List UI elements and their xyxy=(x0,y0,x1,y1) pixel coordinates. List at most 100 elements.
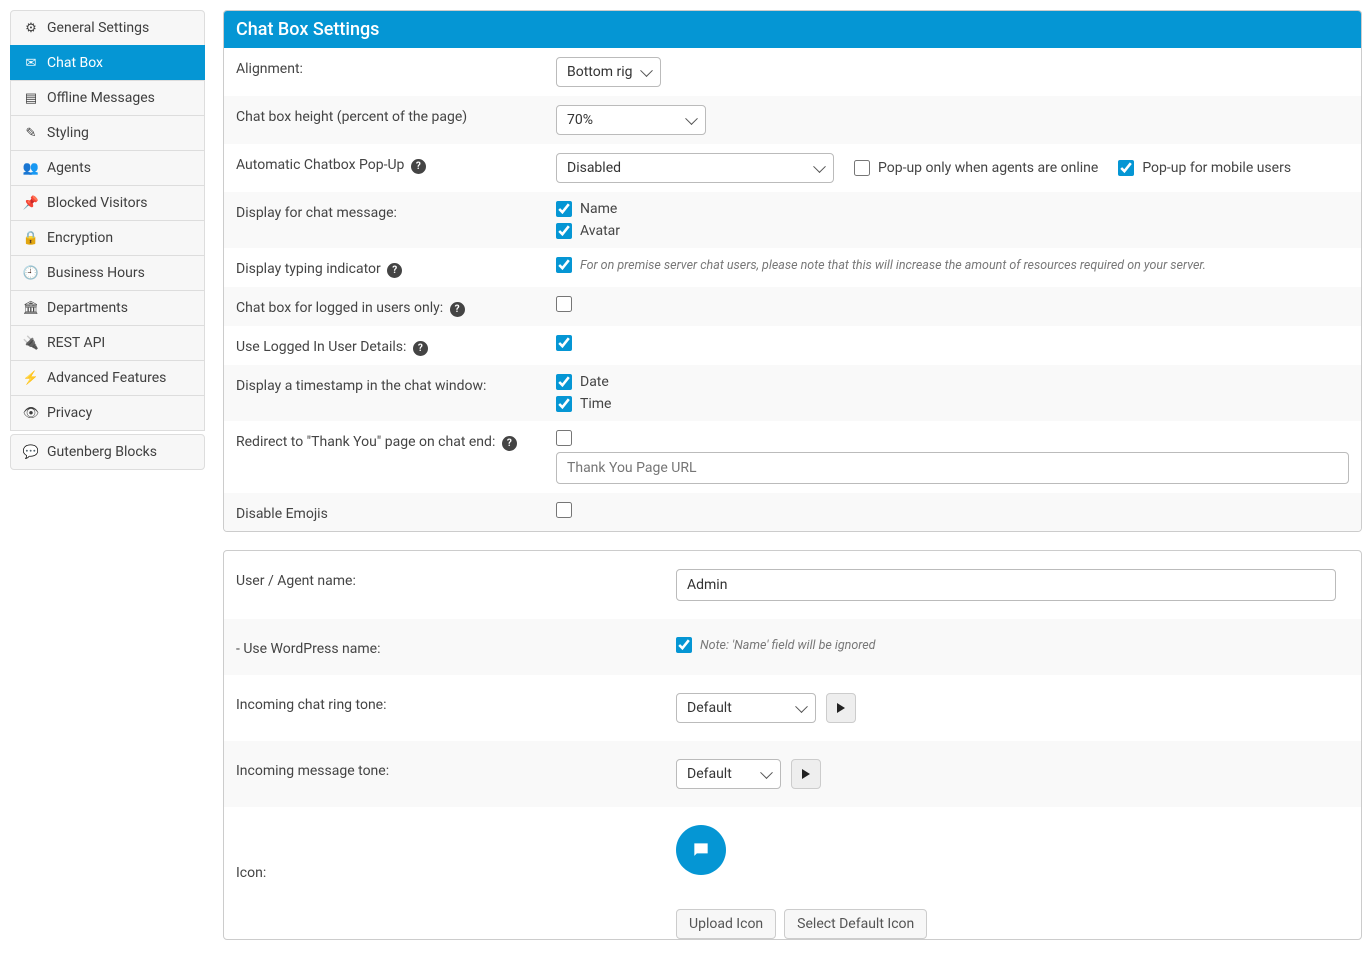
display-avatar-option[interactable]: Avatar xyxy=(556,223,620,239)
sidebar-item-general-settings[interactable]: ⚙ General Settings xyxy=(10,10,205,46)
sidebar-item-label: Advanced Features xyxy=(47,370,166,386)
clock-icon: 🕘 xyxy=(23,266,39,281)
use-logged-checkbox[interactable] xyxy=(556,335,572,351)
autopopup-select-wrap: Disabled xyxy=(556,153,834,183)
timestamp-date-checkbox[interactable] xyxy=(556,374,572,390)
sidebar-item-label: Offline Messages xyxy=(47,90,155,106)
popup-online-option[interactable]: Pop-up only when agents are online xyxy=(854,160,1098,176)
upload-icon-button[interactable]: Upload Icon xyxy=(676,909,776,939)
row-alignment: Alignment: Bottom right xyxy=(224,48,1361,96)
use-wp-hint: Note: 'Name' field will be ignored xyxy=(700,638,876,653)
sidebar-item-gutenberg-blocks[interactable]: 💬 Gutenberg Blocks xyxy=(10,434,205,470)
sidebar-item-styling[interactable]: ✎ Styling xyxy=(10,115,205,151)
autopopup-select[interactable]: Disabled xyxy=(556,153,834,183)
label-auto-popup: Automatic Chatbox Pop-Up ? xyxy=(236,153,556,174)
label-disable-emojis: Disable Emojis xyxy=(236,502,556,522)
display-name-checkbox[interactable] xyxy=(556,201,572,217)
label-alignment: Alignment: xyxy=(236,57,556,77)
agent-name-input[interactable] xyxy=(676,569,1336,601)
sidebar-item-label: General Settings xyxy=(47,20,149,36)
popup-mobile-checkbox[interactable] xyxy=(1118,160,1134,176)
help-icon[interactable]: ? xyxy=(411,159,426,174)
gear-icon: ⚙ xyxy=(23,21,39,36)
msg-tone-select[interactable]: Default xyxy=(676,759,781,789)
display-avatar-checkbox[interactable] xyxy=(556,223,572,239)
use-wp-name-option[interactable]: Note: 'Name' field will be ignored xyxy=(676,637,876,653)
label-timestamp: Display a timestamp in the chat window: xyxy=(236,374,556,394)
typing-indicator-checkbox[interactable] xyxy=(556,257,572,273)
sidebar-item-blocked-visitors[interactable]: 📌Blocked Visitors xyxy=(10,185,205,221)
building-icon: 🏛 xyxy=(23,301,39,316)
disable-emojis-checkbox[interactable] xyxy=(556,502,572,518)
typing-indicator-option[interactable]: For on premise server chat users, please… xyxy=(556,257,1206,273)
label-display-message: Display for chat message: xyxy=(236,201,556,221)
row-display-message: Display for chat message: Name Avatar xyxy=(224,192,1361,248)
select-default-icon-button[interactable]: Select Default Icon xyxy=(784,909,927,939)
redirect-checkbox[interactable] xyxy=(556,430,572,446)
card-header: Chat Box Settings xyxy=(224,11,1361,48)
chat-icon-preview xyxy=(676,825,726,875)
sidebar-item-privacy[interactable]: 👁 Privacy xyxy=(10,395,205,431)
sidebar-item-advanced-features[interactable]: ⚡ Advanced Features xyxy=(10,360,205,396)
sidebar-item-departments[interactable]: 🏛 Departments xyxy=(10,290,205,326)
popup-online-label: Pop-up only when agents are online xyxy=(878,160,1098,176)
row-loggedin-only: Chat box for logged in users only: ? xyxy=(224,287,1361,326)
row-ring-tone: Incoming chat ring tone: Default xyxy=(224,675,1361,741)
sidebar-item-label: Styling xyxy=(47,125,89,141)
loggedin-only-checkbox[interactable] xyxy=(556,296,572,312)
sidebar-item-encryption[interactable]: 🔒Encryption xyxy=(10,220,205,256)
row-auto-popup: Automatic Chatbox Pop-Up ? Disabled Pop-… xyxy=(224,144,1361,192)
ring-tone-select-wrap: Default xyxy=(676,693,816,723)
lock-icon: 🔒 xyxy=(23,231,39,246)
sidebar-item-chat-box[interactable]: ✉Chat Box xyxy=(10,45,205,81)
msg-tone-select-wrap: Default xyxy=(676,759,781,789)
chat-box-settings-card: Chat Box Settings Alignment: Bottom righ… xyxy=(223,10,1362,532)
label-use-wp-name: - Use WordPress name: xyxy=(236,637,676,657)
ring-tone-select[interactable]: Default xyxy=(676,693,816,723)
display-name-option[interactable]: Name xyxy=(556,201,620,217)
label-msg-tone: Incoming message tone: xyxy=(236,759,676,779)
row-msg-tone: Incoming message tone: Default xyxy=(224,741,1361,807)
sidebar-item-label: Blocked Visitors xyxy=(47,195,148,211)
sidebar-item-business-hours[interactable]: 🕘 Business Hours xyxy=(10,255,205,291)
alignment-select[interactable]: Bottom right xyxy=(556,57,661,87)
envelope-icon: ✉ xyxy=(23,56,39,71)
label-icon: Icon: xyxy=(236,825,676,881)
sidebar-item-agents[interactable]: 👥Agents xyxy=(10,150,205,186)
thank-you-url-input[interactable] xyxy=(556,452,1349,484)
label-typing: Display typing indicator ? xyxy=(236,257,556,278)
help-icon[interactable]: ? xyxy=(502,436,517,451)
height-select[interactable]: 70% xyxy=(556,105,706,135)
label-loggedin-only: Chat box for logged in users only: ? xyxy=(236,296,556,317)
bolt-icon: ⚡ xyxy=(23,371,39,386)
popup-online-checkbox[interactable] xyxy=(854,160,870,176)
timestamp-date-option[interactable]: Date xyxy=(556,374,611,390)
play-ring-button[interactable] xyxy=(826,693,856,723)
sidebar-item-label: Business Hours xyxy=(47,265,145,281)
help-icon[interactable]: ? xyxy=(413,341,428,356)
eye-icon: 👁 xyxy=(23,406,39,421)
timestamp-time-option[interactable]: Time xyxy=(556,396,611,412)
sidebar-item-label: Privacy xyxy=(47,405,92,421)
pencil-icon: ✎ xyxy=(23,126,39,141)
height-select-wrap: 70% xyxy=(556,105,706,135)
row-disable-emojis: Disable Emojis xyxy=(224,493,1361,531)
popup-mobile-option[interactable]: Pop-up for mobile users xyxy=(1118,160,1291,176)
sidebar-item-rest-api[interactable]: 🔌REST API xyxy=(10,325,205,361)
sidebar-item-offline-messages[interactable]: ▤Offline Messages xyxy=(10,80,205,116)
row-use-logged: Use Logged In User Details: ? xyxy=(224,326,1361,365)
play-msg-button[interactable] xyxy=(791,759,821,789)
speech-bubble-icon xyxy=(691,840,711,860)
help-icon[interactable]: ? xyxy=(387,263,402,278)
plug-icon: 🔌 xyxy=(23,336,39,351)
sidebar-item-label: Gutenberg Blocks xyxy=(47,444,157,460)
row-use-wp-name: - Use WordPress name: Note: 'Name' field… xyxy=(224,619,1361,675)
use-wp-name-checkbox[interactable] xyxy=(676,637,692,653)
main-content: Chat Box Settings Alignment: Bottom righ… xyxy=(223,10,1362,958)
chat-icon: 💬 xyxy=(23,445,39,460)
help-icon[interactable]: ? xyxy=(450,302,465,317)
row-typing-indicator: Display typing indicator ? For on premis… xyxy=(224,248,1361,287)
sidebar-item-label: Departments xyxy=(47,300,128,316)
timestamp-time-checkbox[interactable] xyxy=(556,396,572,412)
row-timestamp: Display a timestamp in the chat window: … xyxy=(224,365,1361,421)
